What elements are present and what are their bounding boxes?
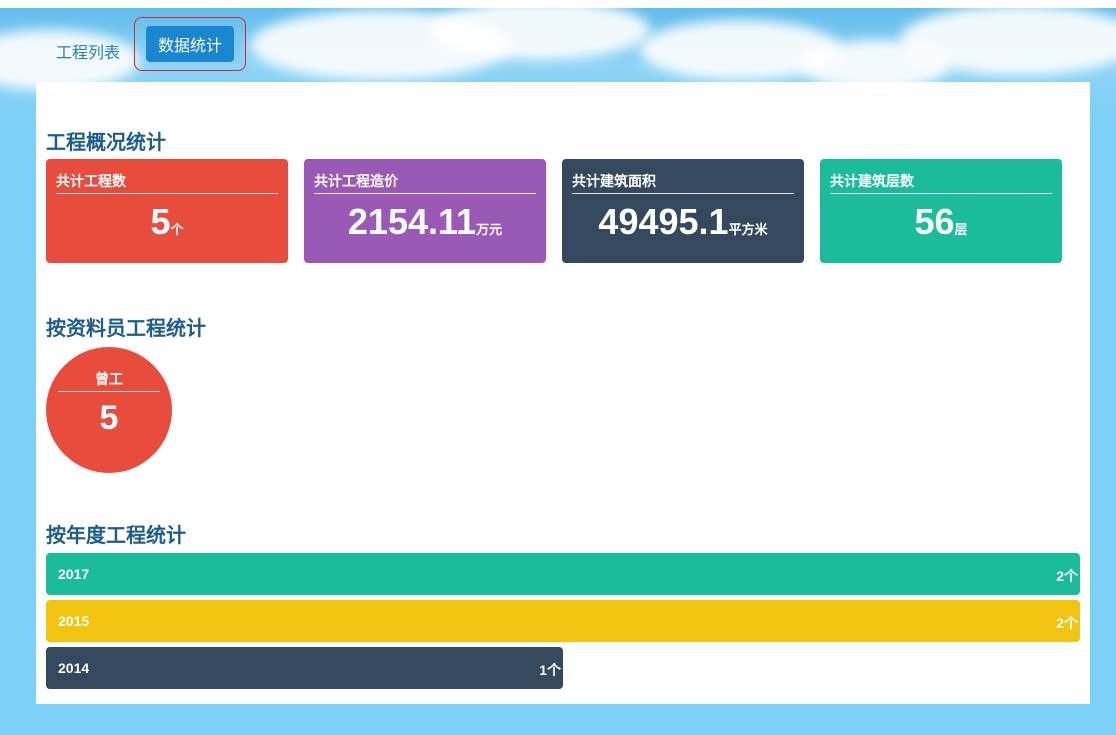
bar-year: 2017 (58, 566, 90, 582)
card-unit: 个 (170, 222, 184, 237)
bar-count: 1个 (539, 662, 561, 678)
card-value: 2154.11万元 (304, 201, 546, 243)
total-projects-card: 共计工程数 5个 (46, 159, 288, 263)
card-label: 共计工程造价 (314, 171, 536, 194)
card-number: 2154.11 (347, 201, 477, 242)
tab-project-list[interactable]: 工程列表 (56, 35, 120, 67)
overview-title: 工程概况统计 (46, 132, 166, 154)
card-label: 共计建筑层数 (830, 171, 1052, 194)
bar-year: 2014 (58, 660, 90, 676)
card-number: 5 (150, 201, 171, 242)
total-area-card: 共计建筑面积 49495.1平方米 (562, 159, 804, 263)
card-unit: 万元 (476, 222, 503, 237)
staff-title: 按资料员工程统计 (46, 318, 206, 340)
bar-year: 2015 (58, 613, 90, 629)
year-bar: 2014 1个 (46, 647, 563, 689)
card-number: 56 (914, 201, 955, 242)
staff-count: 5 (99, 399, 119, 437)
card-label: 共计工程数 (56, 171, 278, 194)
bar-count: 2个 (1056, 615, 1078, 631)
year-title: 按年度工程统计 (46, 525, 186, 547)
staff-stat-circle: 曾工 5 (46, 347, 172, 473)
card-number: 49495.1 (598, 201, 729, 242)
overview-cards: 共计工程数 5个 共计工程造价 2154.11万元 共计建筑面积 49495.1… (46, 159, 1062, 263)
total-floors-card: 共计建筑层数 56层 (820, 159, 1062, 263)
total-cost-card: 共计工程造价 2154.11万元 (304, 159, 546, 263)
card-value: 49495.1平方米 (562, 201, 804, 243)
card-label: 共计建筑面积 (572, 171, 794, 194)
year-bar: 2015 2个 (46, 600, 1080, 642)
year-bars: 2017 2个 2015 2个 2014 1个 (46, 553, 1080, 694)
tab-bar: 工程列表 数据统计 (56, 17, 247, 78)
card-value: 5个 (46, 201, 288, 243)
card-unit: 平方米 (728, 222, 768, 237)
card-value: 56层 (820, 201, 1062, 243)
top-border (0, 0, 1116, 8)
content-panel: 工程概况统计 共计工程数 5个 共计工程造价 2154.11万元 共计建筑面积 … (36, 82, 1090, 704)
tab-data-statistics[interactable]: 数据统计 (146, 26, 235, 62)
bar-count: 2个 (1056, 568, 1078, 584)
staff-name: 曾工 (58, 369, 160, 392)
card-unit: 层 (954, 222, 968, 237)
tab-highlight-box: 数据统计 (134, 17, 247, 71)
year-bar: 2017 2个 (46, 553, 1080, 595)
